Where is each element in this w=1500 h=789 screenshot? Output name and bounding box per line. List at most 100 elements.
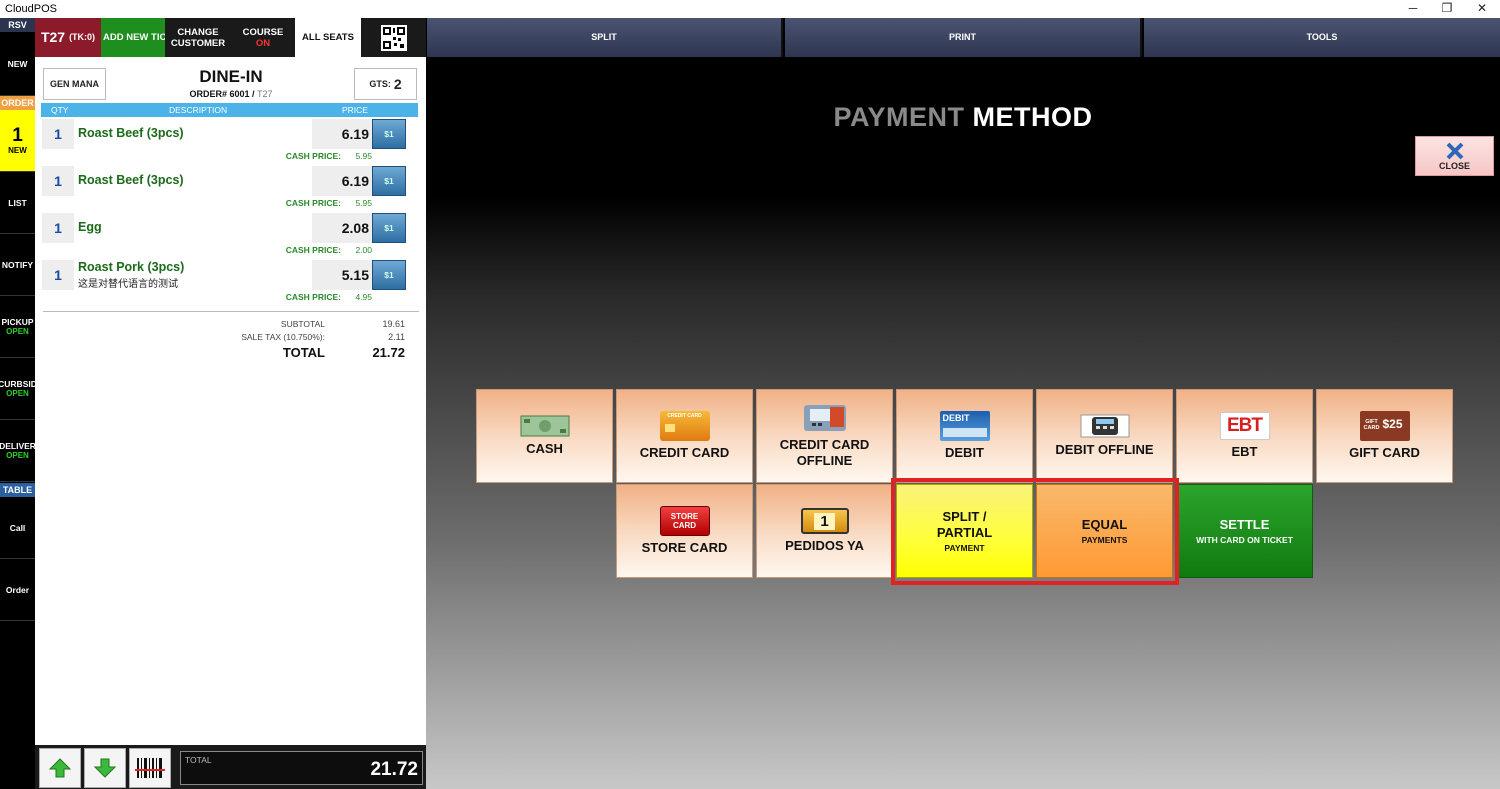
credit-card-logo-text: CREDIT CARD (667, 413, 702, 419)
gift-card-icon: GIFT CARD $25 (1359, 411, 1410, 441)
split-partial-sub: PAYMENT (944, 542, 985, 553)
totals-divider (43, 311, 419, 312)
item-qty[interactable]: 1 (42, 166, 74, 196)
rsv-header[interactable]: RSV (0, 18, 35, 32)
pedidos-ya-button[interactable]: 1 PEDIDOS YA (756, 484, 893, 578)
nav-delivery[interactable]: DELIVER OPEN (0, 420, 35, 482)
table-ticket-button[interactable]: T27 (TK:0) (35, 18, 101, 57)
server-button[interactable]: GEN MANA (43, 68, 106, 100)
item-name: Roast Beef (3pcs) (78, 126, 184, 140)
cash-price-label: CASH PRICE: (285, 151, 341, 161)
minimize-button[interactable]: ─ (1396, 0, 1430, 18)
equal-payments-button[interactable]: EQUAL PAYMENTS (1036, 484, 1173, 578)
store-card-icon: STORE CARD (659, 506, 710, 536)
cash-icon (520, 415, 569, 437)
equal-sub: PAYMENTS (1081, 534, 1128, 545)
gift-value-text: $25 (1382, 417, 1403, 431)
nav-notify[interactable]: NOTIFY (0, 234, 35, 296)
debit-logo-text: DEBIT (942, 413, 970, 423)
settle-button[interactable]: SETTLE WITH CARD ON TICKET (1176, 484, 1313, 578)
bottom-total-display: TOTAL 21.72 (180, 751, 423, 785)
guests-label: GTS: (369, 79, 391, 89)
item-qty[interactable]: 1 (42, 119, 74, 149)
debit-card-icon: DEBIT (939, 411, 990, 441)
item-name: Roast Pork (3pcs) (78, 260, 185, 274)
item-discount-badge[interactable]: $1 (372, 119, 406, 149)
change-customer-label-1: CHANGE (177, 26, 219, 38)
nav-pickup[interactable]: PICKUP OPEN (0, 296, 35, 358)
ebt-logo-text: EBT (1227, 415, 1263, 436)
nav-order-label: Order (5, 584, 30, 595)
credit-card-button[interactable]: CREDIT CARD CREDIT CARD (616, 389, 753, 483)
barcode-scan-button[interactable] (129, 748, 171, 788)
title-part-b: METHOD (964, 102, 1093, 132)
nav-new-label: NEW (7, 58, 28, 69)
cash-button[interactable]: CASH (476, 389, 613, 483)
cash-price-label: CASH PRICE: (285, 245, 341, 255)
qr-code-icon (380, 24, 407, 51)
credit-card-offline-button[interactable]: CREDIT CARD OFFLINE (756, 389, 893, 483)
item-qty[interactable]: 1 (42, 213, 74, 243)
store-logo-text-2: CARD (672, 521, 697, 530)
item-discount-badge[interactable]: $1 (372, 260, 406, 290)
pedidos-ya-label: PEDIDOS YA (785, 538, 864, 553)
close-window-button[interactable]: ✕ (1465, 0, 1499, 18)
close-button[interactable]: CLOSE (1415, 136, 1494, 176)
item-qty[interactable]: 1 (42, 260, 74, 290)
maximize-button[interactable]: ❐ (1430, 0, 1464, 18)
item-name: Egg (78, 220, 102, 234)
debit-button[interactable]: DEBIT DEBIT (896, 389, 1033, 483)
split-partial-button[interactable]: SPLIT / PARTIAL PAYMENT (896, 484, 1033, 578)
nav-new[interactable]: NEW (0, 32, 35, 96)
col-price: PRICE (342, 105, 368, 115)
add-new-ticket-label: ADD NEW TIC (103, 32, 165, 43)
scroll-up-button[interactable] (39, 748, 81, 788)
change-customer-label-2: CUSTOMER (170, 37, 226, 49)
qr-code-button[interactable] (361, 18, 426, 57)
ebt-label: EBT (1231, 444, 1258, 459)
nav-list-label: LIST (8, 197, 27, 208)
nav-curbside[interactable]: CURBSID OPEN (0, 358, 35, 420)
bottom-bar: TOTAL 21.72 (35, 745, 426, 789)
nav-pickup-label: PICKUP (1, 317, 34, 327)
item-price: 6.19 (312, 119, 372, 149)
cash-price-value: 5.95 (355, 198, 372, 208)
all-seats-button[interactable]: ALL SEATS (295, 18, 361, 57)
nav-list[interactable]: LIST (0, 172, 35, 234)
cash-label: CASH (526, 441, 563, 456)
item-discount-badge[interactable]: $1 (372, 213, 406, 243)
item-discount-badge[interactable]: $1 (372, 166, 406, 196)
print-button[interactable]: PRINT (785, 18, 1142, 57)
cash-price-value: 5.95 (355, 151, 372, 161)
nav-order[interactable]: Order (0, 559, 35, 621)
nav-call[interactable]: Call (0, 497, 35, 559)
guests-count: 2 (393, 76, 402, 92)
nav-delivery-label: DELIVER (0, 441, 35, 451)
store-card-button[interactable]: STORE CARD STORE CARD (616, 484, 753, 578)
table-number: T27 (40, 29, 66, 45)
ebt-button[interactable]: EBT EBT (1176, 389, 1313, 483)
change-customer-button[interactable]: CHANGE CUSTOMER (165, 18, 231, 57)
scroll-down-button[interactable] (84, 748, 126, 788)
nav-notify-label: NOTIFY (1, 259, 34, 270)
tools-button[interactable]: TOOLS (1144, 18, 1500, 57)
debit-offline-button[interactable]: DEBIT OFFLINE (1036, 389, 1173, 483)
gift-card-button[interactable]: GIFT CARD $25 GIFT CARD (1316, 389, 1453, 483)
order-table: T27 (257, 89, 273, 99)
nav-order-new[interactable]: 1 NEW (0, 110, 35, 172)
cash-price-label: CASH PRICE: (285, 198, 341, 208)
course-label: COURSE (242, 26, 284, 38)
split-button[interactable]: SPLIT (427, 18, 783, 57)
subtotal-label: SUBTOTAL (280, 319, 325, 329)
table-header: TABLE (0, 483, 35, 497)
course-button[interactable]: COURSE ON (231, 18, 295, 57)
debit-offline-label: DEBIT OFFLINE (1055, 442, 1154, 457)
cash-price-label: CASH PRICE: (285, 292, 341, 302)
total-value: 21.72 (372, 345, 405, 360)
card-reader-icon (803, 405, 846, 431)
nav-pickup-status: OPEN (6, 327, 29, 336)
credit-card-offline-label-1: CREDIT CARD (779, 437, 870, 452)
pedidos-logo-text: 1 (814, 512, 835, 530)
guests-button[interactable]: GTS: 2 (354, 68, 417, 100)
add-new-ticket-button[interactable]: ADD NEW TIC (101, 18, 165, 57)
